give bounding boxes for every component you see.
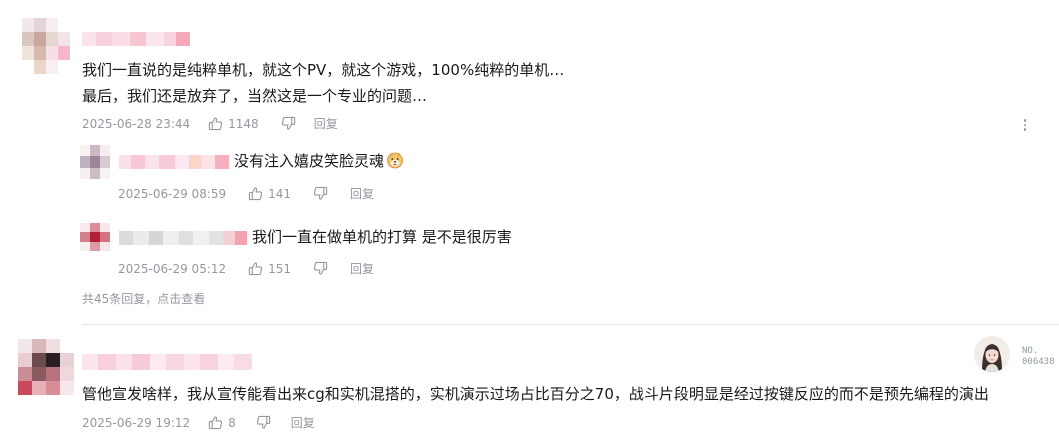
reply-avatar[interactable]: [80, 145, 110, 179]
thumbs-up-icon: [208, 415, 223, 430]
timestamp: 2025-06-29 19:12: [82, 415, 191, 430]
timestamp: 2025-06-28 23:44: [82, 116, 191, 131]
username[interactable]: [82, 354, 252, 370]
like-count: 8: [228, 415, 236, 430]
like-button[interactable]: 1148: [208, 116, 259, 131]
username[interactable]: [82, 32, 190, 46]
reply-button[interactable]: 回复: [291, 414, 315, 431]
reply-button[interactable]: 回复: [350, 260, 374, 277]
more-vertical-icon[interactable]: [1019, 117, 1031, 133]
reply-meta: 2025-06-29 05:12 151 回复: [118, 260, 374, 277]
dislike-button[interactable]: [256, 415, 271, 430]
comment-meta: 2025-06-29 19:12 8 回复: [82, 414, 315, 431]
like-count: 1148: [228, 116, 259, 131]
thumbs-down-icon: [313, 261, 328, 276]
comment-meta: 2025-06-28 23:44 1148 回复: [82, 115, 338, 132]
thumbs-down-icon: [313, 186, 328, 201]
dislike-button[interactable]: [313, 186, 328, 201]
thumbs-up-icon: [248, 186, 263, 201]
like-button[interactable]: 151: [248, 261, 291, 276]
comment-text: 最后，我们还是放弃了，当然这是一个专业的问题…: [82, 87, 428, 105]
dislike-button[interactable]: [281, 116, 296, 131]
reply-username[interactable]: [119, 155, 229, 169]
thumbs-up-icon: [248, 261, 263, 276]
divider: [82, 324, 1059, 325]
reply-text: 没有注入嬉皮笑脸灵魂: [234, 151, 404, 171]
avatar[interactable]: [22, 18, 70, 74]
view-all-replies-link[interactable]: 共45条回复，点击查看: [82, 290, 205, 307]
comment-text: 管他宣发啥样，我从宣传能看出来cg和实机混搭的，实机演示过场占比百分之70，战斗…: [82, 385, 989, 403]
fan-badge-number: NO. 006438: [1022, 346, 1055, 367]
like-button[interactable]: 141: [248, 186, 291, 201]
thumbs-down-icon: [256, 415, 271, 430]
thumbs-up-icon: [208, 116, 223, 131]
timestamp: 2025-06-29 08:59: [118, 186, 227, 201]
timestamp: 2025-06-29 05:12: [118, 261, 227, 276]
reply-button[interactable]: 回复: [314, 115, 338, 132]
reply-text: 我们一直在做单机的打算 是不是很厉害: [252, 228, 512, 246]
like-count: 141: [268, 186, 292, 201]
like-button[interactable]: 8: [208, 415, 236, 430]
fan-badge-avatar: [974, 336, 1010, 372]
dislike-button[interactable]: [313, 261, 328, 276]
reply-button[interactable]: 回复: [350, 185, 374, 202]
reply-meta: 2025-06-29 08:59 141 回复: [118, 185, 374, 202]
avatar[interactable]: [18, 339, 74, 395]
doge-emoji-icon: [386, 151, 404, 169]
reply-avatar[interactable]: [80, 223, 110, 251]
thumbs-down-icon: [281, 116, 296, 131]
comment-text: 我们一直说的是纯粹单机，就这个PV，就这个游戏，100%纯粹的单机…: [82, 61, 565, 79]
reply-username[interactable]: [119, 231, 247, 245]
like-count: 151: [268, 261, 292, 276]
